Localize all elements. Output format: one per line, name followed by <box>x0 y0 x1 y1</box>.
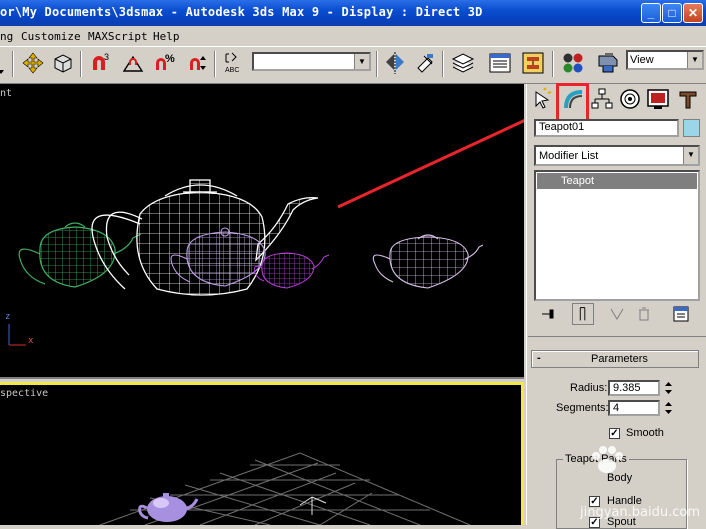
utilities-tab-icon[interactable] <box>675 86 701 112</box>
reference-coordinate-combo[interactable]: View ▼ <box>626 50 704 70</box>
modifier-list-label: Modifier List <box>539 150 599 162</box>
radius-input[interactable]: 9.385 <box>608 380 660 396</box>
minimize-button[interactable]: _ <box>641 3 661 23</box>
pin-stack-icon[interactable] <box>539 306 559 322</box>
front-viewport[interactable]: nt z x <box>0 84 524 379</box>
maximize-button[interactable]: □ <box>662 3 682 23</box>
axis-x-label: x <box>28 336 34 346</box>
object-name-field[interactable]: Teapot01 <box>534 119 679 137</box>
chevron-down-icon[interactable]: ▼ <box>354 54 369 69</box>
rollout-collapse-sign: - <box>537 352 541 364</box>
snap-3d-icon[interactable]: 3 <box>88 50 114 76</box>
named-selection-set-combo[interactable]: ▼ <box>252 52 371 71</box>
menu-maxscript[interactable]: MAXScript <box>88 30 148 43</box>
display-tab-icon[interactable] <box>645 86 671 112</box>
schematic-view-icon[interactable] <box>520 50 546 76</box>
modifier-list-combo[interactable]: Modifier List ▼ <box>534 145 700 166</box>
close-button[interactable]: ✕ <box>683 3 703 23</box>
segments-value: 4 <box>613 402 620 414</box>
radius-value: 9.385 <box>613 382 641 394</box>
menu-customize[interactable]: Customize <box>21 30 81 43</box>
stack-item-teapot[interactable]: Teapot <box>537 173 697 189</box>
angle-snap-icon[interactable] <box>120 50 146 76</box>
toolbar-separator <box>376 51 378 77</box>
teapot-light <box>372 234 484 289</box>
menu-rendering[interactable]: ng <box>0 30 13 43</box>
edit-named-selection-icon[interactable]: ABC <box>222 50 248 76</box>
teapot-green <box>18 222 142 288</box>
configure-modifier-sets-icon[interactable] <box>672 305 690 323</box>
show-end-result-icon[interactable] <box>572 303 594 325</box>
toolbar-separator <box>214 51 216 77</box>
material-editor-icon[interactable] <box>560 50 586 76</box>
toolbar-separator <box>80 51 82 77</box>
perspective-viewport[interactable]: spective <box>0 382 524 525</box>
object-name-value: Teapot01 <box>539 121 585 133</box>
make-unique-icon[interactable] <box>609 306 627 322</box>
segments-label: Segments: <box>556 402 609 414</box>
chevron-down-icon[interactable]: ▼ <box>687 52 702 68</box>
paw-watermark-icon <box>587 444 627 476</box>
radius-spinner[interactable] <box>664 380 673 396</box>
annotation-arrow <box>337 119 524 209</box>
curve-editor-icon[interactable] <box>487 50 513 76</box>
reference-coordinate-value: View <box>630 54 654 66</box>
object-color-swatch[interactable] <box>683 119 700 137</box>
perspective-canvas <box>99 452 471 525</box>
align-icon[interactable] <box>412 50 438 76</box>
segments-spinner[interactable] <box>664 400 673 416</box>
layer-manager-icon[interactable] <box>450 50 476 76</box>
teapot-perspective <box>138 493 199 522</box>
teapot-magenta <box>253 252 330 289</box>
hierarchy-tab-icon[interactable] <box>589 86 615 112</box>
modifier-stack[interactable]: Teapot <box>534 170 700 301</box>
command-panel: Teapot01 Modifier List ▼ Teapot - Parame… <box>526 83 706 529</box>
segments-input[interactable]: 4 <box>608 400 660 416</box>
axis-z-label: z <box>5 312 11 322</box>
radius-label: Radius: <box>570 382 608 394</box>
title-bar: or\My Documents\3dsmax - Autodesk 3ds Ma… <box>0 0 706 26</box>
render-scene-icon[interactable] <box>595 50 621 76</box>
axis-tripod <box>8 324 26 346</box>
parameters-title: Parameters <box>591 353 648 365</box>
menu-help[interactable]: Help <box>153 30 180 43</box>
spinner-snap-icon[interactable] <box>184 50 210 76</box>
main-toolbar: 3 % ABC ▼ View ▼ <box>0 47 706 84</box>
parameters-rollout-header[interactable]: - Parameters <box>531 350 699 368</box>
rotate-icon[interactable] <box>50 50 76 76</box>
svg-text:3: 3 <box>104 52 109 62</box>
svg-text:ABC: ABC <box>225 67 239 74</box>
divider <box>528 336 706 337</box>
remove-modifier-icon[interactable] <box>637 306 651 322</box>
motion-tab-icon[interactable] <box>617 86 643 112</box>
move-icon[interactable] <box>20 50 46 76</box>
create-tab-icon[interactable] <box>530 86 556 112</box>
smooth-checkbox[interactable]: ✓ <box>609 428 620 439</box>
menu-bar: ng Customize MAXScript Help <box>0 26 706 47</box>
svg-text:%: % <box>165 53 175 65</box>
toolbar-separator <box>12 51 14 77</box>
highlight-box <box>556 83 589 122</box>
percent-snap-icon[interactable]: % <box>152 50 178 76</box>
window-title: or\My Documents\3dsmax - Autodesk 3ds Ma… <box>0 5 483 19</box>
toolbar-separator <box>442 51 444 77</box>
transform-gizmo <box>299 496 327 515</box>
toolbar-separator <box>552 51 554 77</box>
mirror-icon[interactable] <box>382 50 408 76</box>
smooth-label: Smooth <box>626 427 664 439</box>
chevron-down-icon[interactable]: ▼ <box>683 147 698 164</box>
front-view-canvas <box>8 119 524 346</box>
watermark-text: jingyan.baidu.com <box>580 505 700 520</box>
arrow-down-icon[interactable] <box>0 50 20 76</box>
